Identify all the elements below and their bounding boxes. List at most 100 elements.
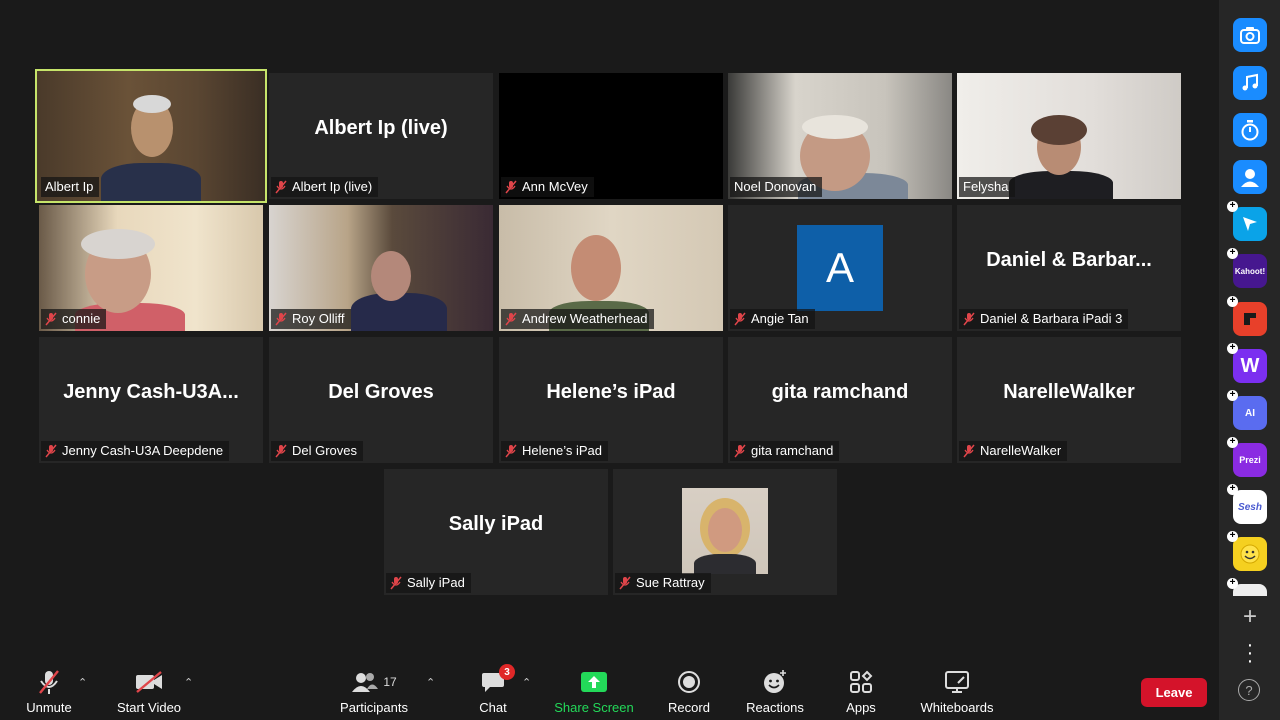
participant-tile-daniel-barbara[interactable]: Daniel & Barbar... Daniel & Barbara iPad… bbox=[957, 205, 1181, 331]
prezi-label: Prezi bbox=[1239, 455, 1261, 465]
participant-tile-sally-ipad[interactable]: Sally iPad Sally iPad bbox=[384, 469, 608, 595]
meeting-toolbar: Unmute ⌃ Start Video ⌃ 17 Participants ⌃… bbox=[0, 660, 1218, 720]
muted-mic-icon bbox=[45, 312, 57, 325]
participant-name-label: Del Groves bbox=[271, 441, 364, 461]
participant-tile-jenny-cash[interactable]: Jenny Cash-U3A... Jenny Cash-U3A Deepden… bbox=[39, 337, 263, 463]
add-app-plus-icon: + bbox=[1227, 578, 1238, 589]
apps-button[interactable]: Apps bbox=[846, 668, 876, 715]
participant-name-label: Albert Ip (live) bbox=[271, 177, 379, 197]
chat-button[interactable]: 3 Chat bbox=[478, 664, 515, 715]
participant-name-label: Noel Donovan bbox=[730, 177, 823, 197]
w-app-glyph: W bbox=[1240, 354, 1260, 377]
participant-tile-noel-donovan[interactable]: Noel Donovan bbox=[728, 73, 952, 199]
chat-icon-wrap: 3 bbox=[481, 664, 515, 696]
participants-button[interactable]: 17 Participants bbox=[339, 668, 409, 715]
participant-tile-ann-mcvey[interactable]: Ann McVey bbox=[499, 73, 723, 199]
participant-display-name: Daniel & Barbar... bbox=[986, 249, 1152, 271]
whiteboard-icon bbox=[944, 668, 970, 696]
leave-label: Leave bbox=[1155, 685, 1193, 700]
chat-unread-badge: 3 bbox=[499, 664, 515, 680]
add-app-plus-icon: + bbox=[1227, 484, 1238, 495]
participants-count: 17 bbox=[383, 675, 397, 689]
participant-tile-narellewalker[interactable]: NarelleWalker NarelleWalker bbox=[957, 337, 1181, 463]
participant-name-label: NarelleWalker bbox=[959, 441, 1068, 461]
timer-app-icon[interactable] bbox=[1233, 113, 1267, 147]
participant-tile-helenes-ipad[interactable]: Helene’s iPad Helene’s iPad bbox=[499, 337, 723, 463]
ai-app-icon[interactable]: + AI bbox=[1227, 390, 1267, 430]
contact-app-icon[interactable] bbox=[1233, 160, 1267, 194]
muted-mic-icon bbox=[963, 444, 975, 457]
music-app-icon[interactable] bbox=[1233, 66, 1267, 100]
video-off-icon bbox=[134, 668, 164, 696]
audio-options-caret[interactable]: ⌃ bbox=[78, 676, 87, 689]
kahoot-app-icon[interactable]: + Kahoot! bbox=[1227, 248, 1267, 288]
muted-mic-icon bbox=[275, 444, 287, 457]
muted-mic-icon bbox=[505, 444, 517, 457]
muted-mic-icon bbox=[45, 444, 57, 457]
w-app-icon[interactable]: + W bbox=[1227, 343, 1267, 383]
meeting-window: Albert Ip Albert Ip (live) Albert Ip (li… bbox=[0, 0, 1280, 720]
participants-options-caret[interactable]: ⌃ bbox=[426, 676, 435, 689]
sesh-app-icon[interactable]: + Sesh bbox=[1227, 484, 1267, 524]
participant-tile-angie-tan[interactable]: A Angie Tan bbox=[728, 205, 952, 331]
share-screen-button[interactable]: Share Screen bbox=[554, 668, 634, 715]
muted-mic-icon bbox=[505, 312, 517, 325]
participant-name-label: Daniel & Barbara iPadi 3 bbox=[959, 309, 1129, 329]
participant-display-name: Jenny Cash-U3A... bbox=[63, 381, 239, 403]
help-icon[interactable]: ? bbox=[1238, 679, 1260, 701]
add-app-plus-icon: + bbox=[1227, 201, 1238, 212]
muted-mic-icon bbox=[38, 668, 60, 696]
participant-tile-gita-ramchand[interactable]: gita ramchand gita ramchand bbox=[728, 337, 952, 463]
participant-name-label: gita ramchand bbox=[730, 441, 840, 461]
sesh-label: Sesh bbox=[1238, 501, 1262, 513]
participant-tile-albert-ip-live[interactable]: Albert Ip (live) Albert Ip (live) bbox=[269, 73, 493, 199]
participant-name-label: Andrew Weatherhead bbox=[501, 309, 654, 329]
participant-name-label: Albert Ip bbox=[41, 177, 100, 197]
reactions-button[interactable]: Reactions bbox=[746, 668, 804, 715]
participant-name-label: Jenny Cash-U3A Deepdene bbox=[41, 441, 230, 461]
participant-name-label: Sally iPad bbox=[386, 573, 471, 593]
record-button[interactable]: Record bbox=[668, 668, 710, 715]
muted-mic-icon bbox=[390, 576, 402, 589]
leave-button[interactable]: Leave bbox=[1141, 678, 1207, 707]
add-app-plus-icon: + bbox=[1227, 531, 1238, 542]
prezi-app-icon[interactable]: + Prezi bbox=[1227, 437, 1267, 477]
more-options-icon[interactable]: · · · bbox=[1239, 635, 1261, 671]
participants-icon bbox=[352, 673, 379, 692]
camera-app-icon[interactable] bbox=[1233, 18, 1267, 52]
start-video-button[interactable]: Start Video bbox=[116, 668, 182, 715]
participant-tile-sue-rattray[interactable]: Sue Rattray bbox=[613, 469, 837, 595]
participant-tile-del-groves[interactable]: Del Groves Del Groves bbox=[269, 337, 493, 463]
participant-name-label: Roy Olliff bbox=[271, 309, 351, 329]
add-app-plus-icon: + bbox=[1227, 248, 1238, 259]
avatar: A bbox=[797, 225, 883, 311]
red-app-icon[interactable]: + bbox=[1227, 296, 1267, 336]
add-app-plus-icon: + bbox=[1227, 343, 1238, 354]
chat-options-caret[interactable]: ⌃ bbox=[522, 676, 531, 689]
add-app-plus-icon: + bbox=[1227, 437, 1238, 448]
record-icon bbox=[677, 668, 701, 696]
participant-tile-albert-ip[interactable]: Albert Ip bbox=[35, 69, 267, 203]
add-app-icon[interactable]: + bbox=[1239, 605, 1261, 629]
participant-tile-felysha[interactable]: Felysha bbox=[957, 73, 1181, 199]
add-app-plus-icon: + bbox=[1227, 296, 1238, 307]
video-options-caret[interactable]: ⌃ bbox=[184, 676, 193, 689]
participant-display-name: Helene’s iPad bbox=[546, 381, 676, 403]
participant-name-label: Angie Tan bbox=[730, 309, 815, 329]
participant-tile-connie[interactable]: connie bbox=[39, 205, 263, 331]
muted-mic-icon bbox=[505, 180, 517, 193]
emoji-app-icon[interactable]: + bbox=[1227, 531, 1267, 571]
whiteboards-button[interactable]: Whiteboards bbox=[919, 668, 995, 715]
participant-display-name: Del Groves bbox=[328, 381, 434, 403]
profile-photo bbox=[682, 488, 768, 574]
flow-app-icon[interactable]: + bbox=[1227, 201, 1267, 241]
partial-app-icon[interactable]: + bbox=[1227, 578, 1267, 596]
participant-display-name: Sally iPad bbox=[448, 513, 544, 535]
participant-tile-andrew-weatherhead[interactable]: Andrew Weatherhead bbox=[499, 205, 723, 331]
participant-tile-roy-olliff[interactable]: Roy Olliff bbox=[269, 205, 493, 331]
share-screen-icon bbox=[580, 668, 608, 696]
participant-name-label: Sue Rattray bbox=[615, 573, 711, 593]
apps-icon bbox=[849, 668, 873, 696]
participant-display-name: gita ramchand bbox=[771, 381, 909, 403]
unmute-button[interactable]: Unmute bbox=[24, 668, 74, 715]
